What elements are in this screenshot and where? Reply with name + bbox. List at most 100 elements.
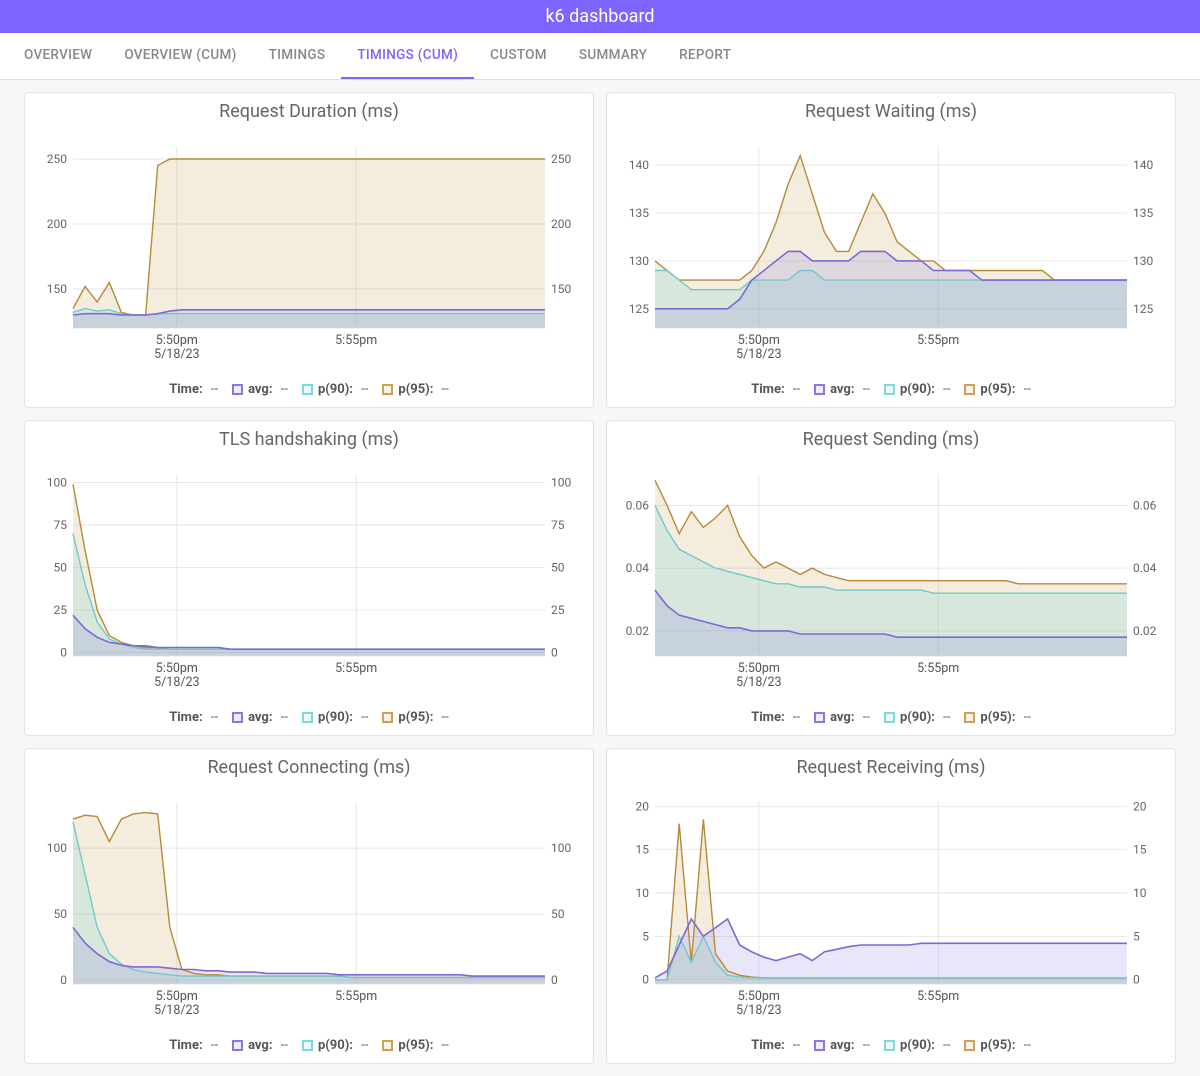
- swatch-p95-icon: [964, 1040, 975, 1051]
- chart-card-request-duration: Request Duration (ms) 5:50pm5/18/235:55p…: [24, 92, 594, 408]
- chart-plot[interactable]: 5:50pm5/18/235:55pm 12513013514012513013…: [611, 126, 1171, 376]
- swatch-p95-icon: [964, 384, 975, 395]
- svg-text:140: 140: [629, 158, 649, 172]
- svg-text:5/18/23: 5/18/23: [736, 1003, 781, 1018]
- svg-text:10: 10: [1133, 886, 1147, 900]
- svg-text:130: 130: [629, 254, 649, 268]
- chart-legend: Time: -- avg: -- p(90): -- p(95): --: [29, 710, 589, 725]
- svg-text:135: 135: [1133, 206, 1153, 220]
- app-header: k6 dashboard: [0, 0, 1200, 33]
- legend-time: Time: --: [751, 710, 800, 725]
- swatch-avg-icon: [232, 1040, 243, 1051]
- app-title: k6 dashboard: [545, 6, 654, 27]
- swatch-avg-icon: [814, 712, 825, 723]
- svg-text:100: 100: [551, 841, 571, 855]
- chart-plot[interactable]: 5:50pm5/18/235:55pm 0510152005101520: [611, 782, 1171, 1032]
- tab-overview-cum-[interactable]: OVERVIEW (CUM): [108, 33, 252, 79]
- svg-text:5/18/23: 5/18/23: [154, 347, 199, 362]
- chart-card-request-waiting: Request Waiting (ms) 5:50pm5/18/235:55pm…: [606, 92, 1176, 408]
- swatch-avg-icon: [232, 384, 243, 395]
- tab-overview[interactable]: OVERVIEW: [8, 33, 108, 79]
- svg-text:150: 150: [47, 282, 67, 296]
- tab-timings-cum-[interactable]: TIMINGS (CUM): [341, 33, 474, 79]
- chart-plot[interactable]: 5:50pm5/18/235:55pm 0.020.040.060.020.04…: [611, 454, 1171, 704]
- svg-text:20: 20: [1133, 799, 1147, 813]
- svg-text:250: 250: [47, 152, 67, 166]
- svg-text:5/18/23: 5/18/23: [154, 1003, 199, 1018]
- svg-text:0: 0: [551, 646, 558, 660]
- svg-text:75: 75: [551, 518, 565, 532]
- legend-p90: p(90): --: [302, 710, 368, 725]
- swatch-p90-icon: [884, 1040, 895, 1051]
- chart-legend: Time: -- avg: -- p(90): -- p(95): --: [611, 710, 1171, 725]
- svg-text:5/18/23: 5/18/23: [736, 347, 781, 362]
- legend-avg: avg: --: [232, 1038, 288, 1053]
- chart-plot[interactable]: 5:50pm5/18/235:55pm 050100050100: [29, 782, 589, 1032]
- legend-p95: p(95): --: [964, 710, 1030, 725]
- chart-title: Request Waiting (ms): [611, 101, 1171, 122]
- svg-text:0.02: 0.02: [626, 624, 650, 638]
- svg-text:5:50pm: 5:50pm: [738, 661, 780, 676]
- swatch-p90-icon: [302, 1040, 313, 1051]
- chart-title: Request Duration (ms): [29, 101, 589, 122]
- legend-p90: p(90): --: [884, 1038, 950, 1053]
- svg-text:75: 75: [54, 518, 68, 532]
- svg-text:50: 50: [54, 561, 68, 575]
- svg-text:5/18/23: 5/18/23: [154, 675, 199, 690]
- legend-p95: p(95): --: [382, 1038, 448, 1053]
- legend-avg: avg: --: [232, 710, 288, 725]
- chart-plot[interactable]: 5:50pm5/18/235:55pm 02550751000255075100: [29, 454, 589, 704]
- svg-text:250: 250: [551, 152, 571, 166]
- svg-text:100: 100: [551, 476, 571, 490]
- svg-text:0: 0: [60, 646, 67, 660]
- legend-avg: avg: --: [232, 382, 288, 397]
- chart-card-request-connecting: Request Connecting (ms) 5:50pm5/18/235:5…: [24, 748, 594, 1064]
- svg-text:5: 5: [642, 929, 649, 943]
- tab-bar: OVERVIEWOVERVIEW (CUM)TIMINGSTIMINGS (CU…: [0, 33, 1200, 80]
- svg-text:125: 125: [629, 302, 649, 316]
- svg-text:135: 135: [629, 206, 649, 220]
- tab-summary[interactable]: SUMMARY: [563, 33, 663, 79]
- chart-card-request-receiving: Request Receiving (ms) 5:50pm5/18/235:55…: [606, 748, 1176, 1064]
- chart-legend: Time: -- avg: -- p(90): -- p(95): --: [611, 1038, 1171, 1053]
- legend-p95: p(95): --: [964, 1038, 1030, 1053]
- swatch-p95-icon: [382, 712, 393, 723]
- svg-text:0: 0: [551, 973, 558, 987]
- svg-text:5:50pm: 5:50pm: [156, 989, 198, 1004]
- legend-p95: p(95): --: [382, 382, 448, 397]
- svg-text:0.04: 0.04: [1133, 561, 1157, 575]
- tab-custom[interactable]: CUSTOM: [474, 33, 563, 79]
- chart-plot[interactable]: 5:50pm5/18/235:55pm 150200250150200250: [29, 126, 589, 376]
- svg-text:100: 100: [47, 841, 67, 855]
- legend-time: Time: --: [751, 1038, 800, 1053]
- svg-text:5:55pm: 5:55pm: [335, 333, 377, 348]
- svg-text:150: 150: [551, 282, 571, 296]
- svg-text:140: 140: [1133, 158, 1153, 172]
- chart-title: TLS handshaking (ms): [29, 429, 589, 450]
- chart-legend: Time: -- avg: -- p(90): -- p(95): --: [611, 382, 1171, 397]
- svg-text:50: 50: [551, 561, 565, 575]
- chart-card-request-sending: Request Sending (ms) 5:50pm5/18/235:55pm…: [606, 420, 1176, 736]
- swatch-avg-icon: [814, 1040, 825, 1051]
- chart-title: Request Connecting (ms): [29, 757, 589, 778]
- swatch-p90-icon: [302, 384, 313, 395]
- swatch-p95-icon: [382, 384, 393, 395]
- legend-avg: avg: --: [814, 382, 870, 397]
- legend-avg: avg: --: [814, 710, 870, 725]
- svg-text:5/18/23: 5/18/23: [736, 675, 781, 690]
- legend-p95: p(95): --: [964, 382, 1030, 397]
- swatch-p90-icon: [884, 384, 895, 395]
- tab-timings[interactable]: TIMINGS: [253, 33, 342, 79]
- svg-text:0.02: 0.02: [1133, 624, 1157, 638]
- chart-grid: Request Duration (ms) 5:50pm5/18/235:55p…: [0, 80, 1200, 1076]
- tab-report[interactable]: REPORT: [663, 33, 747, 79]
- swatch-p90-icon: [302, 712, 313, 723]
- swatch-avg-icon: [232, 712, 243, 723]
- svg-text:15: 15: [1133, 843, 1147, 857]
- svg-text:5:55pm: 5:55pm: [335, 661, 377, 676]
- svg-text:5:50pm: 5:50pm: [156, 661, 198, 676]
- svg-text:10: 10: [636, 886, 650, 900]
- svg-text:130: 130: [1133, 254, 1153, 268]
- svg-text:200: 200: [47, 217, 67, 231]
- legend-p95: p(95): --: [382, 710, 448, 725]
